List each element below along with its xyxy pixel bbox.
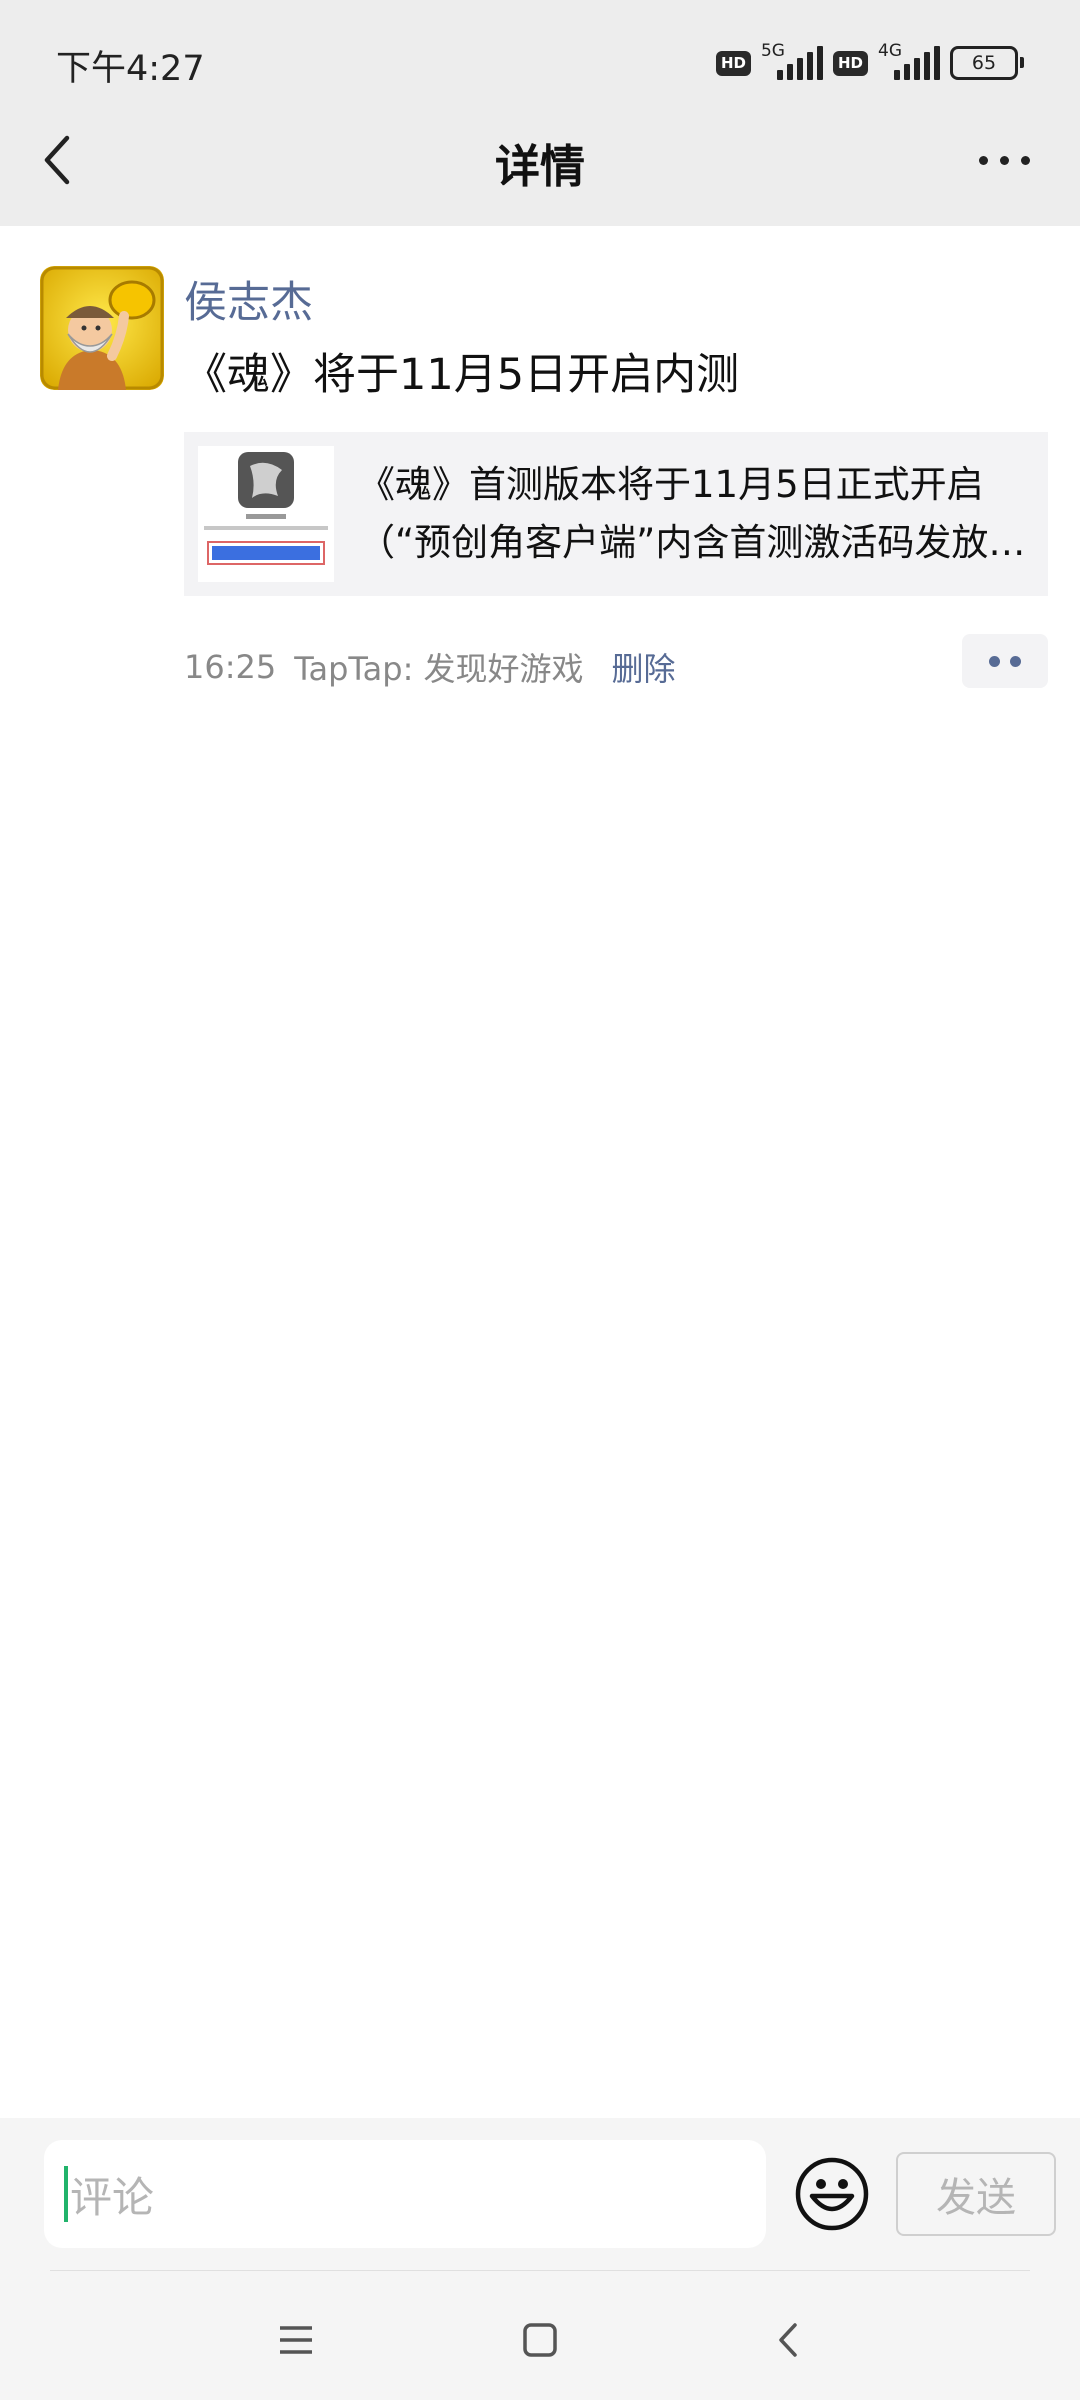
back-key[interactable] <box>756 2308 820 2372</box>
hd-badge-2: HD <box>832 50 868 76</box>
link-title: 《魂》首测版本将于11月5日正式开启（“预创角客户端”内含首测激活码发放… <box>358 463 1026 564</box>
dot-icon <box>978 155 988 165</box>
comment-input[interactable]: 评论 <box>44 2140 766 2248</box>
dot-icon <box>1020 155 1030 165</box>
link-thumbnail <box>198 446 334 582</box>
comment-placeholder: 评论 <box>70 2172 155 2222</box>
gold-miner-avatar-icon <box>40 266 164 390</box>
chevron-left-icon <box>779 2323 797 2357</box>
status-time: 下午4:27 <box>56 49 205 89</box>
post-meta: 16:25 TapTap: 发现好游戏 删除 <box>184 644 676 690</box>
app-thumbnail-icon <box>198 446 334 582</box>
menu-key[interactable] <box>264 2308 328 2372</box>
post-time: 16:25 <box>184 648 277 686</box>
menu-lines-icon <box>280 2326 312 2354</box>
avatar[interactable] <box>40 266 164 390</box>
battery-icon: 65 <box>950 46 1024 80</box>
dot-icon <box>999 155 1009 165</box>
square-home-icon <box>523 2323 557 2357</box>
delete-button[interactable]: 删除 <box>612 644 676 690</box>
network-4g-label: 4G <box>878 41 902 61</box>
more-options-button[interactable] <box>964 140 1044 180</box>
like-comment-menu-button[interactable] <box>962 634 1048 688</box>
post-source[interactable]: TapTap: 发现好游戏 <box>294 644 583 690</box>
system-nav-bar <box>0 2278 1080 2400</box>
emoji-button[interactable] <box>794 2156 870 2232</box>
smiley-icon <box>795 2157 869 2231</box>
home-key[interactable] <box>508 2308 572 2372</box>
divider <box>50 2270 1030 2271</box>
network-5g-label: 5G <box>760 41 785 61</box>
dot-icon <box>1010 655 1021 667</box>
page-title: 详情 <box>494 140 585 193</box>
status-icons: HD 5G HD 4G 65 <box>715 40 1024 86</box>
send-button[interactable]: 发送 <box>896 2152 1056 2236</box>
post-text: 《魂》将于11月5日开启内测 <box>184 350 740 400</box>
hd-badge: HD <box>715 50 751 76</box>
text-cursor <box>64 2166 68 2222</box>
shared-link-card[interactable]: 《魂》首测版本将于11月5日正式开启（“预创角客户端”内含首测激活码发放… <box>184 432 1048 596</box>
dot-icon <box>989 655 1000 667</box>
post-author-name[interactable]: 侯志杰 <box>184 268 313 330</box>
top-bar: 下午4:27 HD 5G HD 4G 65 详情 <box>0 0 1080 226</box>
